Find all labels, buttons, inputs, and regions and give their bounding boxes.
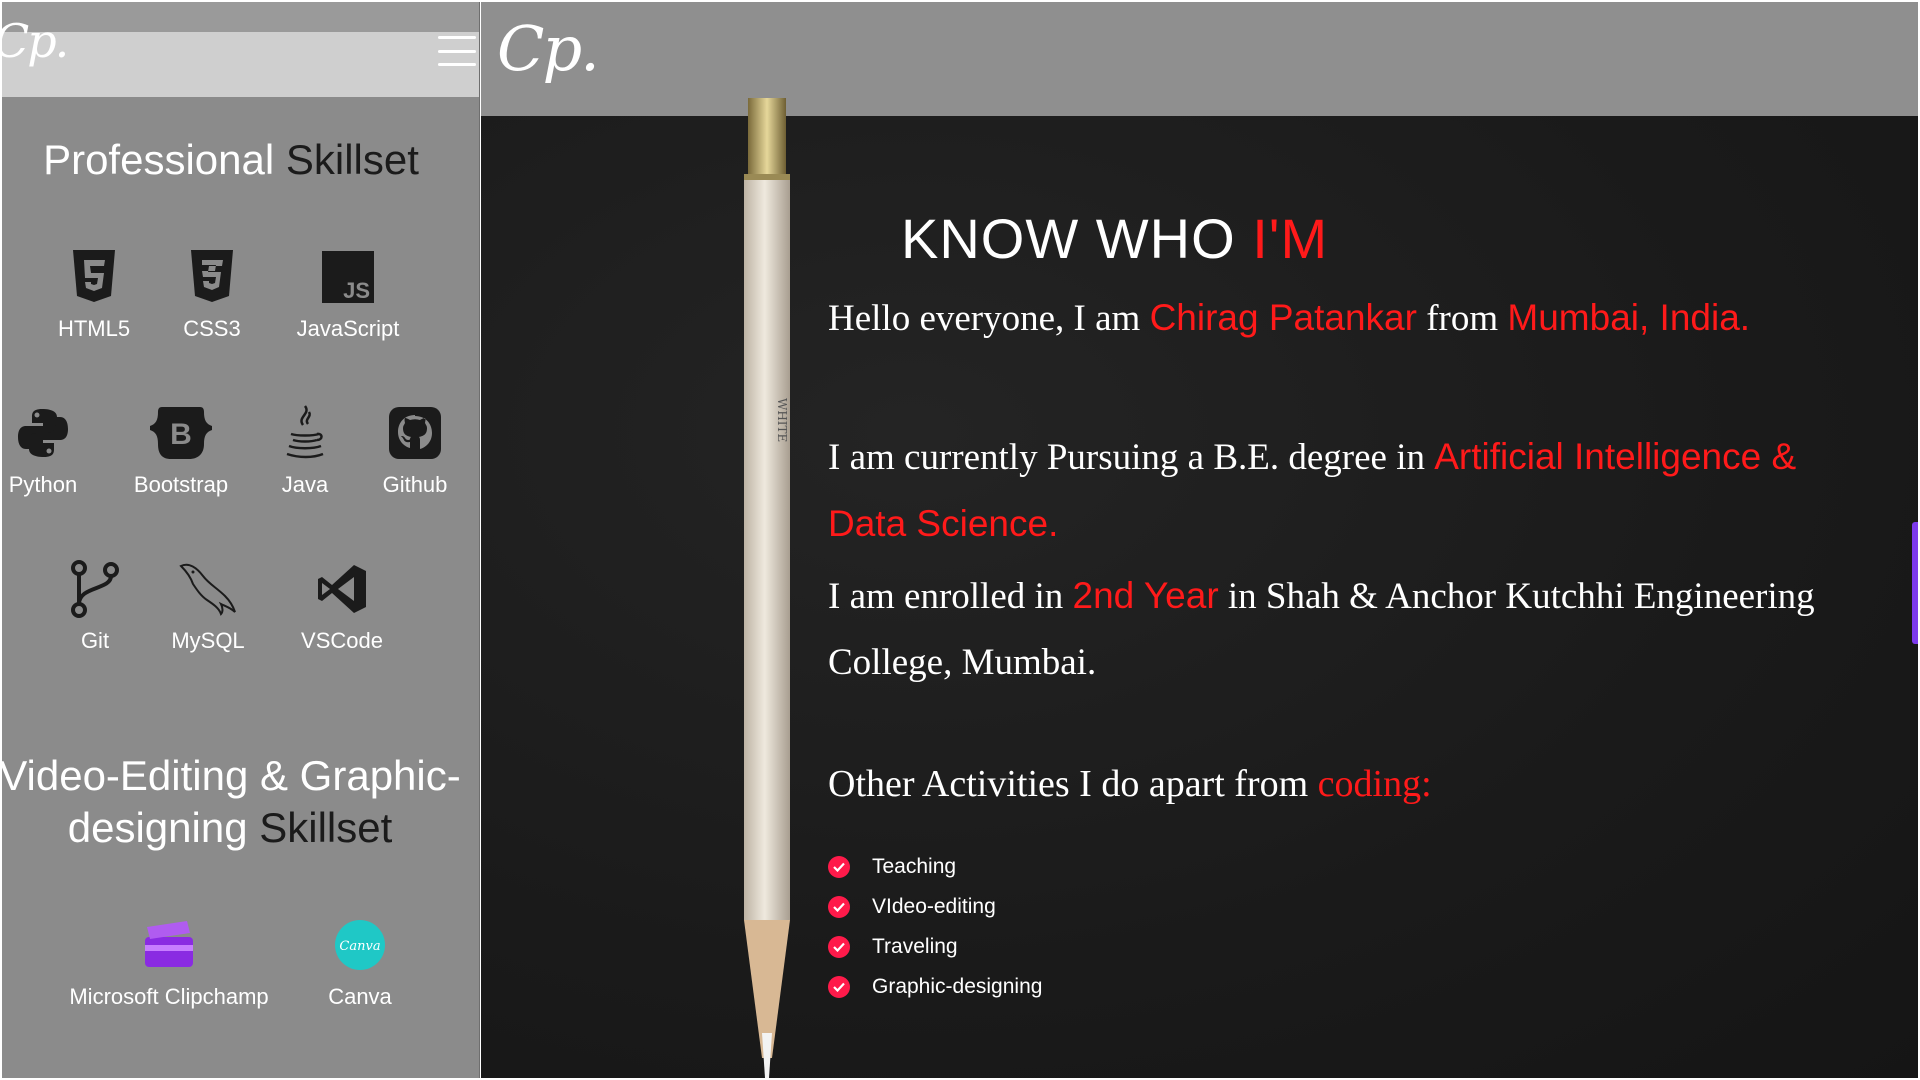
check-circle-icon bbox=[828, 936, 850, 958]
skill-clipchamp: Microsoft Clipchamp bbox=[54, 914, 284, 1010]
intro-paragraph: Hello everyone, I am Chirag Patankar fro… bbox=[828, 297, 1751, 339]
svg-text:WHITE: WHITE bbox=[775, 398, 789, 442]
javascript-icon: JS bbox=[273, 246, 423, 308]
python-icon bbox=[2, 402, 118, 464]
list-item: Teaching bbox=[828, 847, 1042, 887]
skill-mysql: MySQL bbox=[133, 558, 283, 654]
skill-javascript: JS JavaScript bbox=[273, 246, 423, 342]
check-circle-icon bbox=[828, 896, 850, 918]
mysql-icon bbox=[133, 558, 283, 620]
clipchamp-icon bbox=[54, 914, 284, 976]
list-item: Traveling bbox=[828, 927, 1042, 967]
github-icon bbox=[340, 402, 479, 464]
main-logo[interactable]: Cp. bbox=[497, 12, 600, 85]
hamburger-menu-icon[interactable] bbox=[438, 36, 476, 66]
activities-list: Teaching VIdeo-editing Traveling Graphic… bbox=[828, 847, 1042, 1007]
activities-title: Other Activities I do apart from coding: bbox=[828, 763, 1432, 805]
professional-skillset-title: Professional Skillset bbox=[43, 136, 419, 183]
scroll-indicator[interactable] bbox=[1912, 522, 1918, 644]
check-circle-icon bbox=[828, 976, 850, 998]
vscode-icon bbox=[267, 558, 417, 620]
main-header: Cp. bbox=[481, 2, 1918, 116]
about-headline: KNOW WHO I'M bbox=[901, 207, 1329, 270]
sidebar-header: Cp. bbox=[2, 2, 479, 97]
list-item: VIdeo-editing bbox=[828, 887, 1042, 927]
video-graphic-skillset-title: Video-Editing & Graphic- designing Skill… bbox=[2, 752, 461, 851]
skill-vscode: VSCode bbox=[267, 558, 417, 654]
skill-css3: CSS3 bbox=[137, 246, 287, 342]
skill-canva: Canva Canva bbox=[285, 914, 435, 1010]
pencil-image: WHITE bbox=[744, 98, 790, 1078]
check-circle-icon bbox=[828, 856, 850, 878]
svg-text:Canva: Canva bbox=[339, 939, 380, 954]
svg-text:JS: JS bbox=[343, 278, 370, 303]
list-item: Graphic-designing bbox=[828, 967, 1042, 1007]
skill-github: Github bbox=[340, 402, 479, 498]
college-paragraph: I am enrolled in 2nd Year in Shah & Anch… bbox=[828, 575, 1815, 683]
about-section: Cp. WHITE KNOW WHO I'M Hello everyone, I… bbox=[481, 2, 1918, 1078]
skills-sidebar: Cp. Professional Skillset HTML5 CSS3 JS … bbox=[2, 2, 480, 1078]
svg-text:B: B bbox=[170, 418, 192, 451]
degree-paragraph: I am currently Pursuing a B.E. degree in… bbox=[828, 436, 1797, 544]
css3-icon bbox=[137, 246, 287, 308]
sidebar-logo[interactable]: Cp. bbox=[2, 14, 69, 68]
canva-icon: Canva bbox=[285, 914, 435, 976]
skill-python: Python bbox=[2, 402, 118, 498]
